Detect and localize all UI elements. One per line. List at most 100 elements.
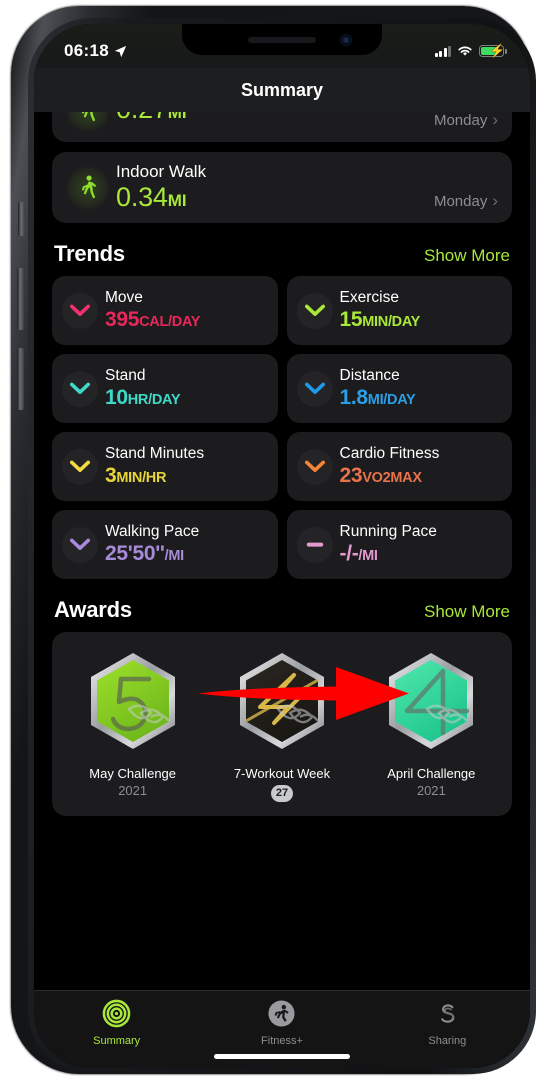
wifi-icon <box>458 46 472 56</box>
volume-up-button[interactable] <box>17 268 24 330</box>
award-name: April Challenge <box>387 766 476 782</box>
phone-frame: 06:18 ⚡ Summary MI Monday › Indoor Walk … <box>11 6 536 1074</box>
workout-day: Monday › <box>434 112 498 132</box>
workout-value: 0.34MI <box>116 181 187 212</box>
workout-day-label: Monday <box>433 112 488 129</box>
status-bar-left: 06:18 <box>64 41 127 61</box>
trend-card-stand[interactable]: Stand 10HR/DAY <box>52 354 278 424</box>
page-title: Summary <box>240 79 324 100</box>
trend-label: Move <box>105 288 143 306</box>
status-time: 06:18 <box>64 41 109 60</box>
awards-section-header: Awards Show More <box>54 597 510 623</box>
chevron-right-icon: › <box>492 191 498 211</box>
tab-sharing[interactable]: Sharing <box>365 999 530 1047</box>
award-badge <box>362 646 501 764</box>
award-item[interactable]: 7-Workout Week 27 <box>213 646 352 802</box>
running-person-icon <box>268 1000 296 1027</box>
trend-label: Distance <box>339 366 400 384</box>
trend-value: 25'50''/MI <box>105 542 184 566</box>
award-count-badge: 27 <box>270 784 294 802</box>
chevron-down-icon <box>296 292 333 329</box>
workout-value: 0.27MI <box>116 112 187 124</box>
workout-day: Monday › <box>434 191 498 213</box>
trend-label: Running Pace <box>339 522 437 540</box>
awards-row: May Challenge 2021 7-Workout Week 27 Apr… <box>58 646 506 802</box>
tab-summary-label: Summary <box>93 1035 141 1047</box>
front-camera-icon <box>340 34 352 46</box>
workout-card[interactable]: 0.27MI Monday › <box>52 112 512 142</box>
trend-label: Stand Minutes <box>105 444 205 462</box>
trend-value: 395CAL/DAY <box>105 308 201 332</box>
notch <box>182 24 382 55</box>
workout-card-body: 0.27MI <box>116 112 434 126</box>
trend-value: 23VO2MAX <box>339 464 423 488</box>
trend-card-body: Stand Minutes 3MIN/HR <box>105 445 204 489</box>
award-item[interactable]: April Challenge 2021 <box>362 646 501 801</box>
trend-card-body: Cardio Fitness 23VO2MAX <box>340 445 440 489</box>
award-badge <box>213 646 352 764</box>
trend-card-body: Running Pace -/-/MI <box>340 523 437 567</box>
trend-card-body: Exercise 15MIN/DAY <box>340 289 421 333</box>
award-name: May Challenge <box>89 766 177 782</box>
location-arrow-icon <box>114 45 127 57</box>
app-screen: 06:18 ⚡ Summary MI Monday › Indoor Walk … <box>34 24 530 1068</box>
sharing-s-icon <box>441 1004 455 1023</box>
trend-label: Cardio Fitness <box>339 444 440 462</box>
trend-card-cardio-fitness[interactable]: Cardio Fitness 23VO2MAX <box>286 432 512 502</box>
phone-display: 06:18 ⚡ Summary MI Monday › Indoor Walk … <box>34 24 530 1068</box>
trend-card-distance[interactable]: Distance 1.8MI/DAY <box>286 354 512 424</box>
volume-down-button[interactable] <box>17 348 24 410</box>
summary-scroll-content[interactable]: 0.27MI Monday › <box>34 112 530 990</box>
screenshot-stage: 06:18 ⚡ Summary MI Monday › Indoor Walk … <box>0 0 542 1080</box>
chevron-down-icon <box>62 448 98 485</box>
trends-grid: Move 395CAL/DAY Exercise 15MIN/DAY Stand… <box>52 276 512 580</box>
trend-value: 10HR/DAY <box>105 386 181 410</box>
chevron-down-icon <box>62 292 98 329</box>
trends-show-more-link[interactable]: Show More <box>424 246 510 266</box>
dash-icon <box>296 526 333 563</box>
b4 <box>389 653 474 750</box>
trend-value: 15MIN/DAY <box>339 308 421 332</box>
award-year: 2021 <box>118 782 148 798</box>
trend-card-exercise[interactable]: Exercise 15MIN/DAY <box>286 276 512 346</box>
trend-card-body: Distance 1.8MI/DAY <box>340 367 416 411</box>
trend-card-running-pace[interactable]: Running Pace -/-/MI <box>286 510 512 580</box>
awards-show-more-link[interactable]: Show More <box>424 602 510 622</box>
walking-person-icon <box>66 165 110 210</box>
b5 <box>90 653 175 750</box>
battery-charging-icon: ⚡ <box>479 43 507 59</box>
trend-card-walking-pace[interactable]: Walking Pace 25'50''/MI <box>52 510 278 580</box>
trend-card-body: Stand 10HR/DAY <box>105 367 181 411</box>
tab-fitness-plus[interactable]: Fitness+ <box>199 999 364 1047</box>
cellular-signal-icon <box>434 45 451 57</box>
trends-title: Trends <box>54 241 125 267</box>
workout-title: Indoor Walk <box>116 162 207 181</box>
mute-switch[interactable] <box>18 202 25 236</box>
awards-card: May Challenge 2021 7-Workout Week 27 Apr… <box>52 632 512 816</box>
navigation-bar: Summary <box>34 68 530 112</box>
trend-value: -/-/MI <box>339 542 378 566</box>
trend-value: 1.8MI/DAY <box>339 386 416 410</box>
workout-card-body: Indoor Walk 0.34MI <box>116 162 434 213</box>
awards-title: Awards <box>54 597 132 623</box>
tab-summary[interactable]: Summary <box>34 999 199 1047</box>
award-name: 7-Workout Week <box>233 766 331 782</box>
trend-label: Walking Pace <box>105 522 200 540</box>
award-year: 2021 <box>416 782 446 798</box>
trends-section-header: Trends Show More <box>54 241 510 267</box>
bL <box>239 653 324 750</box>
status-bar-right: ⚡ <box>434 43 507 59</box>
workout-card[interactable]: Indoor Walk 0.34MI Monday › <box>52 152 512 224</box>
award-item[interactable]: May Challenge 2021 <box>63 646 202 801</box>
award-badge <box>63 646 202 764</box>
charging-bolt-icon: ⚡ <box>489 43 506 59</box>
chevron-down-icon <box>296 370 333 407</box>
tab-fitness-plus-label: Fitness+ <box>261 1035 303 1047</box>
home-indicator[interactable] <box>214 1054 350 1059</box>
chevron-right-icon: › <box>492 112 498 129</box>
trend-value: 3MIN/HR <box>105 464 167 488</box>
walking-person-icon <box>66 112 110 132</box>
trend-label: Exercise <box>339 288 399 306</box>
trend-card-stand-minutes[interactable]: Stand Minutes 3MIN/HR <box>52 432 278 502</box>
trend-card-move[interactable]: Move 395CAL/DAY <box>52 276 278 346</box>
